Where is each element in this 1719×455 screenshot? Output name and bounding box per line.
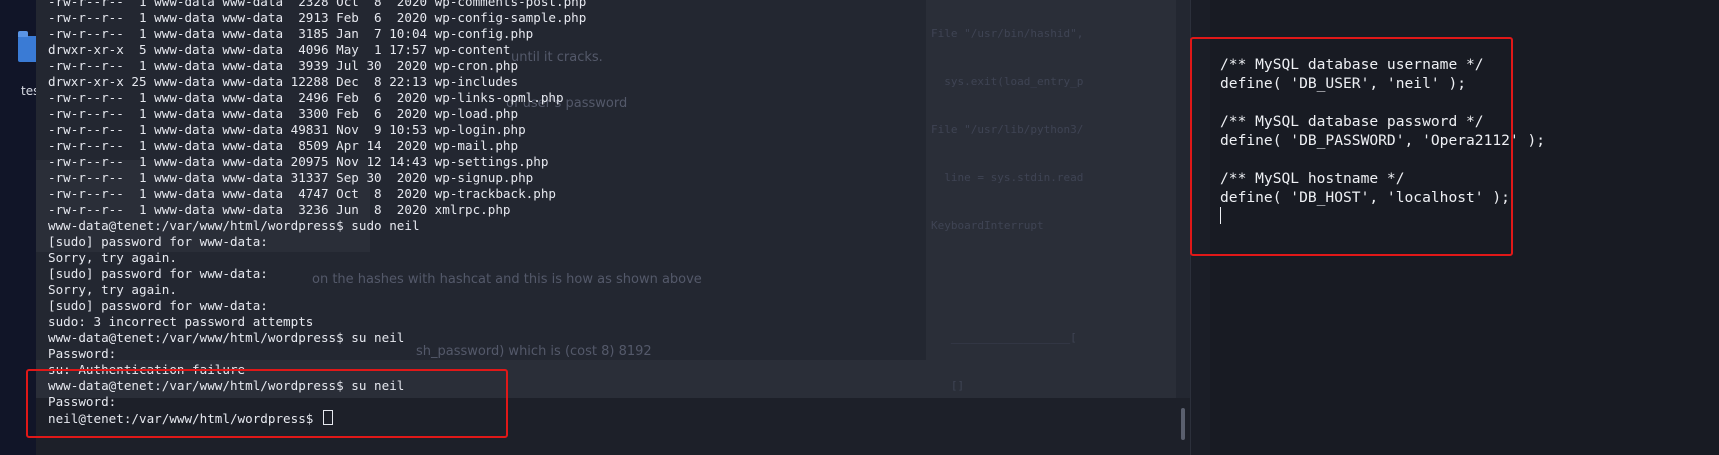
terminal-line: drwxr-xr-x 5 www-data www-data 4096 May … (48, 42, 511, 57)
terminal-line: Sorry, try again. (48, 250, 177, 265)
terminal-line: -rw-r--r-- 1 www-data www-data 49831 Nov… (48, 122, 526, 137)
terminal-line: -rw-r--r-- 1 www-data www-data 8509 Apr … (48, 138, 519, 153)
terminal-output[interactable]: -rw-r--r-- 1 www-data www-data 2328 Oct … (48, 0, 586, 426)
terminal-scrollbar-thumb[interactable] (1181, 408, 1185, 440)
terminal-line: [sudo] password for www-data: (48, 234, 268, 249)
terminal-line: -rw-r--r-- 1 www-data www-data 2913 Feb … (48, 10, 587, 25)
folder-icon[interactable] (18, 31, 38, 62)
terminal-line: -rw-r--r-- 1 www-data www-data 4747 Oct … (48, 186, 556, 201)
background-code: File "/usr/bin/hashid", sys.exit(load_en… (931, 27, 1084, 392)
terminal-line: Password: (48, 346, 117, 361)
terminal-line: Sorry, try again. (48, 282, 177, 297)
terminal-line: -rw-r--r-- 1 www-data www-data 3300 Feb … (48, 106, 519, 121)
terminal-line: www-data@tenet:/var/www/html/wordpress$ … (48, 330, 405, 345)
terminal-line: drwxr-xr-x 25 www-data www-data 12288 De… (48, 74, 519, 89)
terminal-line: sudo: 3 incorrect password attempts (48, 314, 314, 329)
terminal-line: -rw-r--r-- 1 www-data www-data 2328 Oct … (48, 0, 587, 9)
terminal-line: [sudo] password for www-data: (48, 298, 268, 313)
terminal-line: -rw-r--r-- 1 www-data www-data 3236 Jun … (48, 202, 511, 217)
terminal-scrollbar[interactable] (1176, 0, 1188, 455)
terminal-line: -rw-r--r-- 1 www-data www-data 3185 Jan … (48, 26, 534, 41)
terminal-line: www-data@tenet:/var/www/html/wordpress$ … (48, 218, 420, 233)
terminal-line: -rw-r--r-- 1 www-data www-data 2496 Feb … (48, 90, 564, 105)
terminal-line: -rw-r--r-- 1 www-data www-data 31337 Sep… (48, 170, 534, 185)
terminal-line: [sudo] password for www-data: (48, 266, 268, 281)
highlight-box-su-success (26, 369, 508, 438)
highlight-box-credentials (1190, 37, 1513, 256)
terminal-line: -rw-r--r-- 1 www-data www-data 20975 Nov… (48, 154, 549, 169)
terminal-line: -rw-r--r-- 1 www-data www-data 3939 Jul … (48, 58, 519, 73)
